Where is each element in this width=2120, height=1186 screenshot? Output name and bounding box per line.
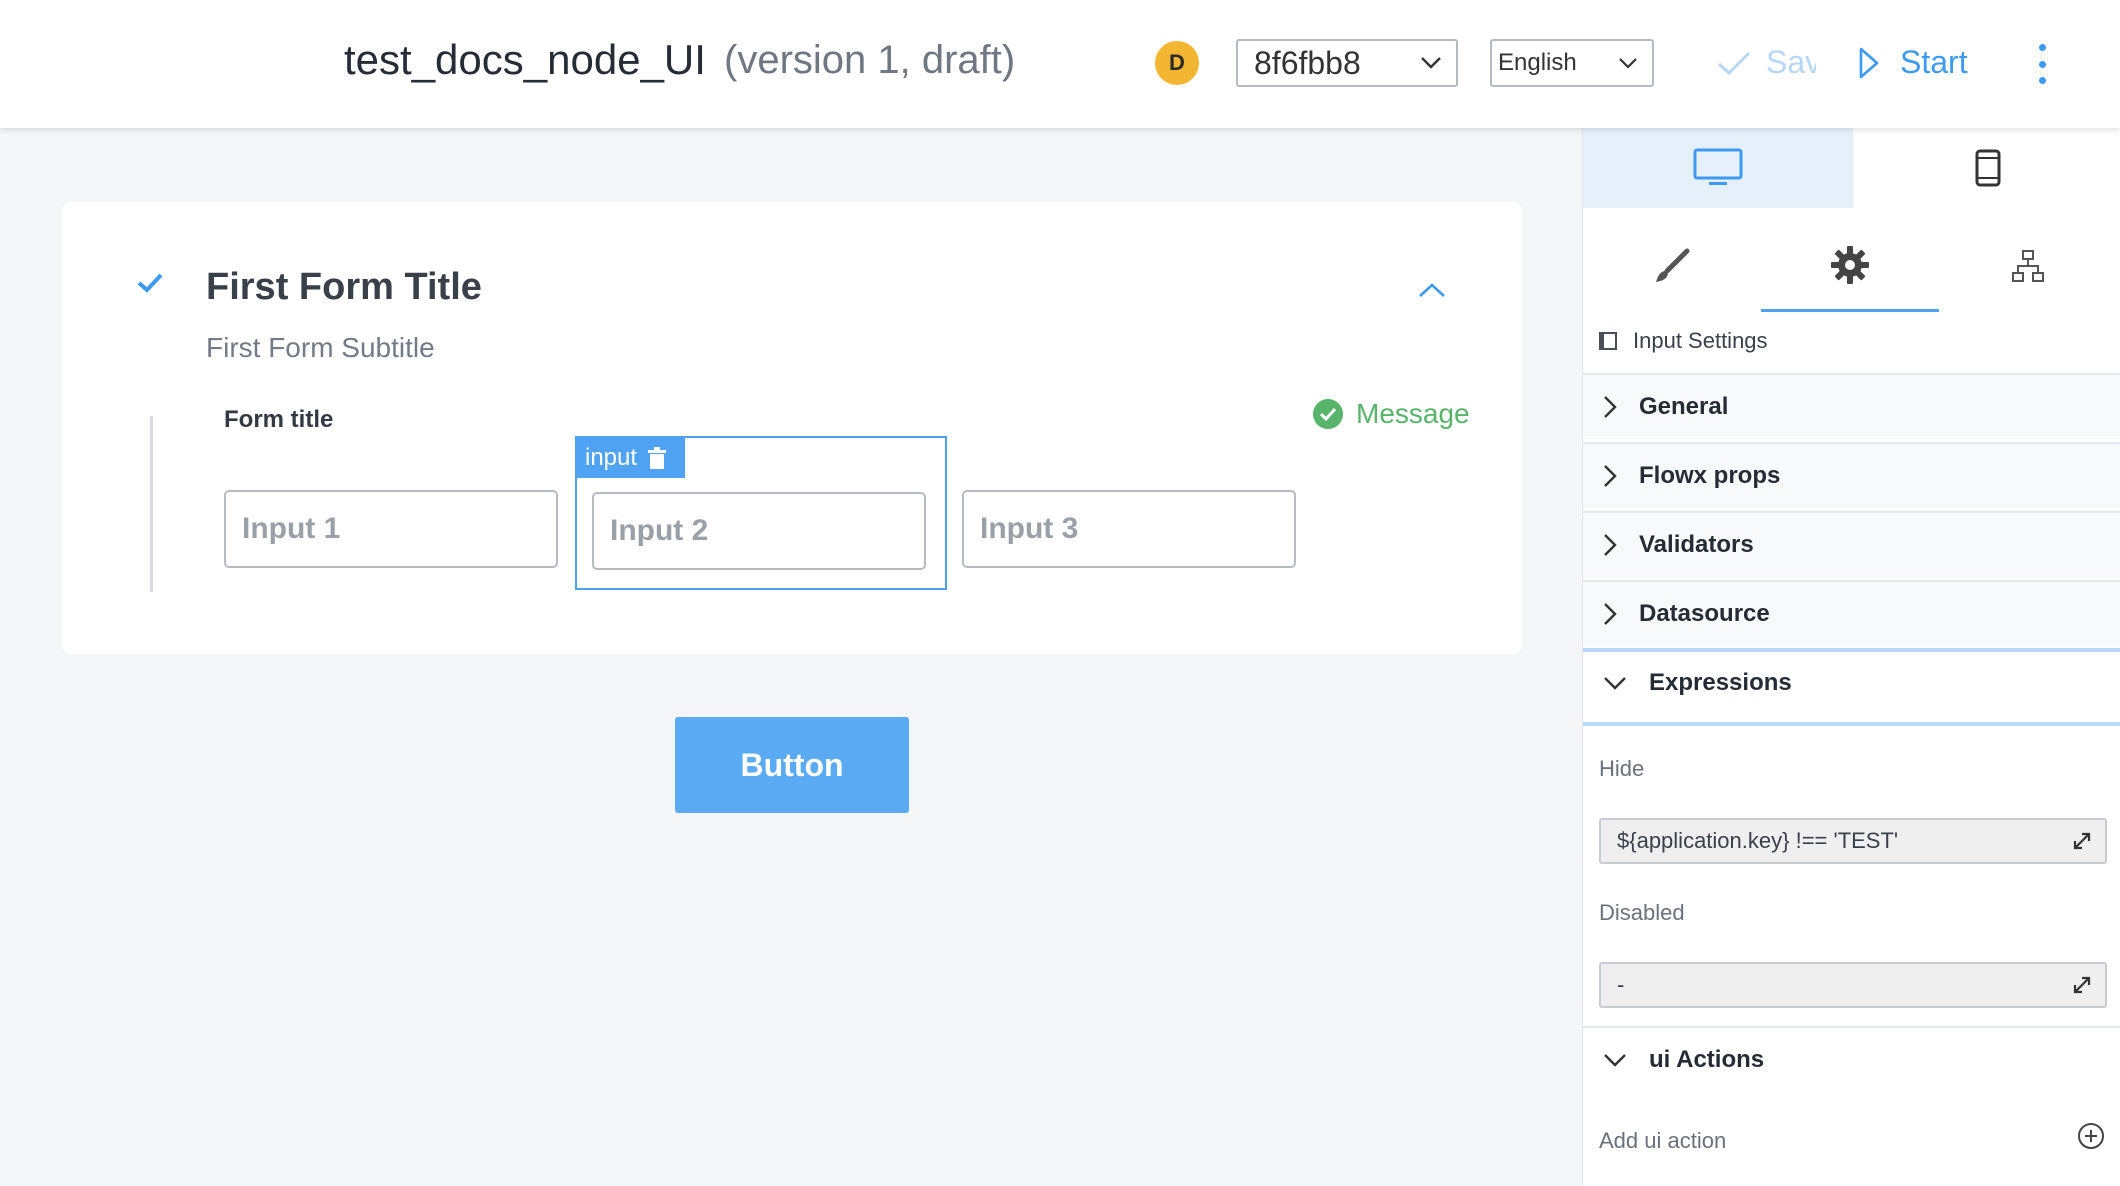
save-button[interactable]: Save: [1716, 44, 1816, 81]
chevron-down-icon: [1619, 58, 1637, 69]
chevron-down-icon: [1604, 677, 1626, 690]
container-title: Form title: [224, 406, 334, 433]
add-circle-icon[interactable]: [2077, 1122, 2105, 1150]
device-tabs: [1583, 128, 2120, 208]
language-select[interactable]: English: [1490, 39, 1654, 87]
disabled-expression-value: -: [1617, 972, 1625, 997]
tab-settings[interactable]: [1761, 220, 1939, 312]
section-label: Flowx props: [1639, 462, 1781, 489]
version-select-value: 8f6fbb8: [1254, 44, 1361, 81]
gear-icon: [1831, 245, 1869, 284]
section-ui-actions[interactable]: ui Actions: [1583, 1026, 2120, 1092]
selected-element-type: input: [585, 444, 638, 471]
tab-structure[interactable]: [1939, 220, 2117, 312]
input-3[interactable]: Input 3: [962, 490, 1296, 568]
input-2[interactable]: Input 2: [592, 492, 926, 570]
mobile-icon: [1975, 149, 2001, 187]
start-label: Start: [1900, 44, 1968, 80]
message: Message: [1312, 398, 1470, 430]
version-info: (version 1, draft): [724, 38, 1016, 82]
selected-element-frame[interactable]: input Input 2: [575, 436, 947, 590]
monitor-icon: [1693, 148, 1743, 185]
section-label: Datasource: [1639, 600, 1770, 627]
add-ui-action-label: Add ui action: [1599, 1128, 1727, 1153]
section-label: Expressions: [1649, 669, 1792, 696]
section-expressions[interactable]: Expressions: [1583, 648, 2120, 714]
section-divider: [1583, 722, 2120, 726]
disabled-label: Disabled: [1599, 900, 1685, 925]
check-icon: [137, 273, 163, 293]
chevron-right-icon: [1604, 603, 1617, 625]
input-settings-label: Input Settings: [1633, 328, 1768, 353]
section-general[interactable]: General: [1583, 373, 2120, 439]
form-button[interactable]: Button: [675, 717, 909, 813]
chevron-down-icon: [1421, 57, 1441, 69]
hide-expression-field[interactable]: ${application.key} !== 'TEST': [1599, 818, 2107, 864]
avatar[interactable]: D: [1155, 41, 1199, 85]
chevron-right-icon: [1604, 534, 1617, 556]
tab-desktop[interactable]: [1583, 128, 1853, 208]
chevron-up-icon[interactable]: [1418, 282, 1446, 298]
hide-label: Hide: [1599, 756, 1645, 781]
trash-icon[interactable]: [647, 447, 667, 469]
section-label: ui Actions: [1649, 1046, 1765, 1073]
container-divider: [150, 416, 153, 592]
top-bar: test_docs_node_UI (version 1, draft) D 8…: [0, 0, 2120, 128]
expand-icon[interactable]: [2071, 830, 2093, 852]
save-label: Save: [1766, 44, 1816, 80]
panel-toggle-icon[interactable]: [1599, 332, 1617, 350]
check-icon: [1717, 51, 1751, 75]
version-select[interactable]: 8f6fbb8: [1236, 39, 1458, 87]
expand-icon[interactable]: [2071, 974, 2093, 996]
brush-icon: [1656, 248, 1690, 282]
form-title: First Form Title: [206, 266, 482, 308]
disabled-expression-field[interactable]: -: [1599, 962, 2107, 1008]
selected-element-tag: input: [577, 438, 685, 478]
process-title: test_docs_node_UI: [344, 36, 706, 83]
hierarchy-icon: [2012, 250, 2044, 282]
tool-tabs: [1583, 220, 2120, 312]
language-select-value: English: [1498, 49, 1577, 76]
tab-mobile[interactable]: [1853, 128, 2120, 208]
input-1[interactable]: Input 1: [224, 490, 558, 568]
section-datasource[interactable]: Datasource: [1583, 580, 2120, 646]
message-text: Message: [1356, 398, 1470, 429]
chevron-right-icon: [1604, 465, 1617, 487]
section-label: General: [1639, 393, 1729, 420]
more-options-icon[interactable]: [2032, 44, 2052, 84]
hide-expression-value: ${application.key} !== 'TEST': [1617, 828, 1899, 853]
tab-style[interactable]: [1583, 220, 1761, 312]
section-label: Validators: [1639, 531, 1754, 558]
section-flowx-props[interactable]: Flowx props: [1583, 442, 2120, 508]
check-circle-icon: [1313, 399, 1343, 429]
settings-panel: Input Settings General Flowx props Valid…: [1582, 128, 2120, 1186]
play-icon: [1859, 47, 1879, 78]
form-subtitle: First Form Subtitle: [206, 332, 435, 363]
input-settings-header: Input Settings: [1599, 328, 1768, 354]
form-card[interactable]: First Form Title First Form Subtitle For…: [62, 202, 1522, 654]
start-button[interactable]: Start: [1858, 44, 1968, 81]
chevron-right-icon: [1604, 396, 1617, 418]
chevron-down-icon: [1604, 1054, 1626, 1067]
section-validators[interactable]: Validators: [1583, 511, 2120, 577]
